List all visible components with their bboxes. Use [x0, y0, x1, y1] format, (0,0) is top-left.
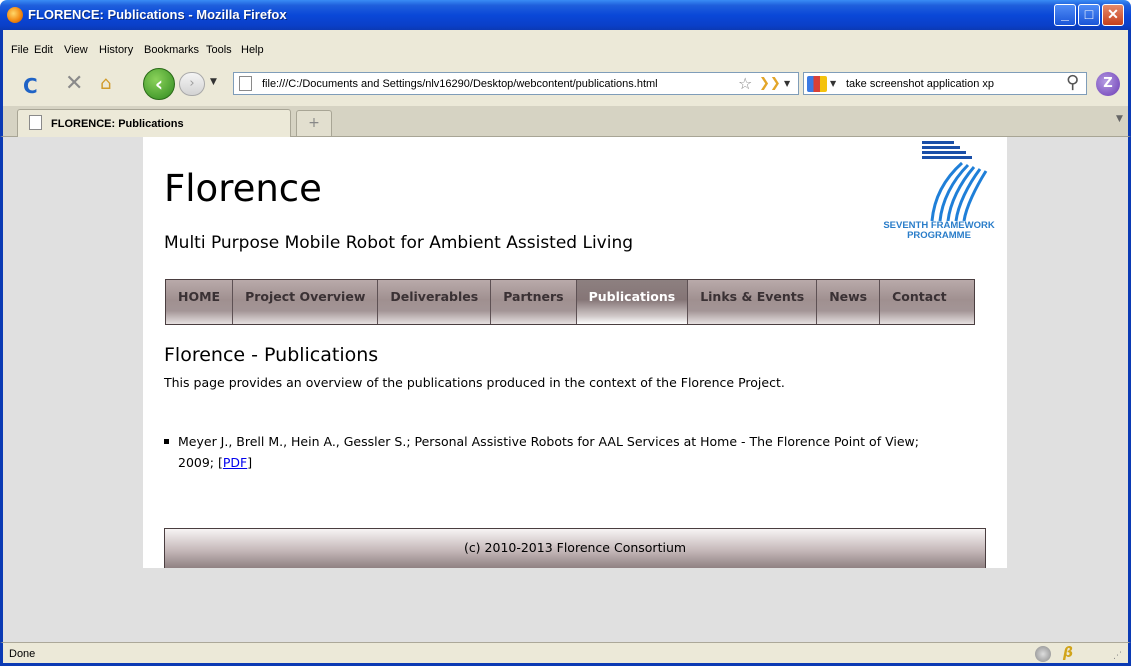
publication-list: Meyer J., Brell M., Hein A., Gessler S.;… [164, 431, 944, 473]
web-page: Florence Multi Purpose Mobile Robot for … [143, 137, 1007, 568]
nav-home[interactable]: HOME [166, 280, 234, 324]
maximize-button[interactable]: □ [1078, 4, 1100, 26]
page-icon [239, 76, 252, 91]
status-bar: Done β ⋰ [0, 642, 1131, 666]
tab-publications[interactable]: FLORENCE: Publications [17, 109, 291, 137]
reload-icon[interactable]: C [23, 74, 38, 98]
site-subtitle: Multi Purpose Mobile Robot for Ambient A… [164, 233, 634, 253]
search-input[interactable]: take screenshot application xp [846, 78, 994, 90]
nav-news[interactable]: News [817, 280, 881, 324]
page-heading: Florence - Publications [164, 344, 379, 366]
url-text[interactable]: file:///C:/Documents and Settings/nlv162… [262, 78, 702, 90]
menu-edit[interactable]: Edit [34, 44, 53, 56]
intro-text: This page provides an overview of the pu… [164, 375, 785, 390]
site-footer: (c) 2010-2013 Florence Consortium [164, 528, 986, 568]
nav-deliverables[interactable]: Deliverables [378, 280, 492, 324]
nav-contact[interactable]: Contact [880, 280, 974, 324]
menu-help[interactable]: Help [241, 44, 264, 56]
pdf-link[interactable]: PDF [223, 455, 247, 470]
tab-strip: FLORENCE: Publications + ▼ [0, 106, 1131, 137]
minimize-button[interactable]: _ [1054, 4, 1076, 26]
nav-partners[interactable]: Partners [491, 280, 577, 324]
feed-icon[interactable]: ❯❯ [759, 76, 781, 91]
publication-text: Meyer J., Brell M., Hein A., Gessler S.;… [178, 434, 919, 470]
history-dropdown-icon[interactable]: ▼ [210, 77, 217, 87]
new-tab-button[interactable]: + [296, 110, 332, 136]
site-title: Florence [164, 167, 322, 210]
url-bar[interactable]: file:///C:/Documents and Settings/nlv162… [233, 72, 799, 95]
forward-button[interactable]: › [179, 72, 205, 96]
nav-links-events[interactable]: Links & Events [688, 280, 818, 324]
resize-grip-icon[interactable]: ⋰ [1113, 651, 1122, 661]
fp7-logo-line2: PROGRAMME [907, 230, 971, 241]
site-nav: HOME Project Overview Deliverables Partn… [165, 279, 975, 325]
back-button[interactable]: ‹ [143, 68, 175, 100]
addon-z-icon[interactable]: Z [1096, 72, 1120, 96]
content-viewport: Florence Multi Purpose Mobile Robot for … [0, 137, 1131, 642]
stop-icon[interactable]: ✕ [65, 71, 83, 96]
nav-project-overview[interactable]: Project Overview [233, 280, 379, 324]
menu-history[interactable]: History [99, 44, 133, 56]
nav-publications[interactable]: Publications [576, 280, 689, 324]
window-title: FLORENCE: Publications - Mozilla Firefox [28, 7, 287, 22]
navigation-toolbar: C ✕ ⌂ ‹ › ▼ file:///C:/Documents and Set… [0, 62, 1131, 106]
status-addon-icon[interactable]: β [1063, 645, 1073, 661]
status-text: Done [9, 648, 36, 660]
search-engine-dropdown-icon[interactable]: ▼ [830, 79, 836, 88]
menu-tools[interactable]: Tools [206, 44, 232, 56]
menu-bookmarks[interactable]: Bookmarks [144, 44, 199, 56]
bullet-icon [164, 439, 169, 444]
window-titlebar: FLORENCE: Publications - Mozilla Firefox… [0, 0, 1131, 30]
menu-file[interactable]: File [11, 44, 29, 56]
firefox-icon [7, 7, 23, 23]
close-button[interactable]: ✕ [1102, 4, 1124, 26]
url-dropdown-icon[interactable]: ▼ [784, 79, 790, 88]
home-icon[interactable]: ⌂ [100, 73, 111, 94]
bookmark-star-icon[interactable]: ☆ [738, 74, 752, 93]
status-circle-icon[interactable] [1035, 646, 1051, 662]
search-bar[interactable]: ▼ take screenshot application xp [803, 72, 1087, 95]
page-icon [29, 115, 42, 130]
menu-bar: File Edit View History Bookmarks Tools H… [0, 30, 1131, 62]
tab-list-icon[interactable]: ▼ [1116, 114, 1130, 130]
tab-label: FLORENCE: Publications [51, 118, 184, 130]
fp7-logo-text: SEVENTH FRAMEWORK PROGRAMME [877, 221, 1001, 241]
list-item: Meyer J., Brell M., Hein A., Gessler S.;… [164, 431, 944, 473]
menu-view[interactable]: View [64, 44, 88, 56]
search-engine-icon[interactable] [807, 76, 827, 92]
search-icon[interactable]: ⚲ [1066, 72, 1079, 93]
